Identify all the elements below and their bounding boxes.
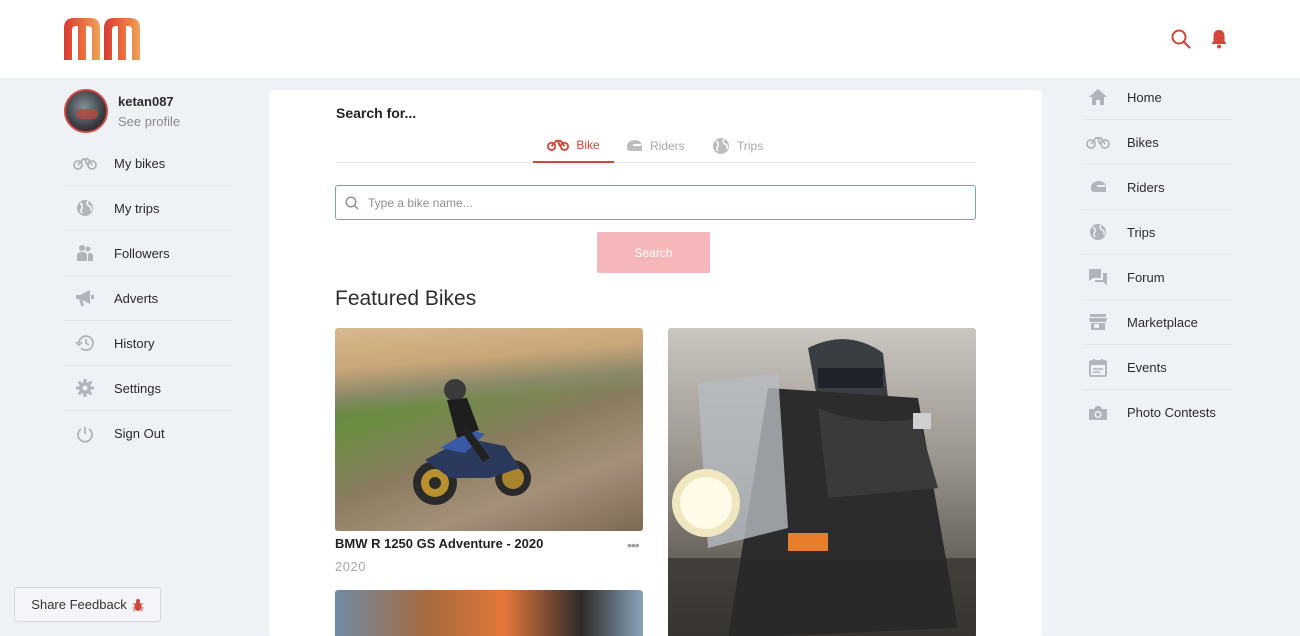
nav-item-trips[interactable]: Trips [1085, 210, 1233, 255]
avatar[interactable] [64, 89, 108, 133]
nav-item-photo-contests[interactable]: Photo Contests [1085, 390, 1233, 435]
right-nav: Home Bikes Riders Trips Forum Marketplac… [1085, 75, 1233, 435]
helmet-icon [1085, 179, 1111, 195]
mm-logo[interactable] [64, 18, 142, 60]
more-options-icon[interactable]: ••• [627, 537, 640, 553]
megaphone-icon [64, 289, 106, 307]
nav-item-label: Photo Contests [1127, 405, 1216, 420]
sidebar-item-my-trips[interactable]: My trips [64, 186, 232, 231]
nav-item-marketplace[interactable]: Marketplace [1085, 300, 1233, 345]
motorbike-icon [1085, 135, 1111, 149]
nav-item-label: Trips [1127, 224, 1156, 240]
history-icon [64, 334, 106, 352]
username: ketan087 [118, 93, 174, 109]
share-feedback-button[interactable]: Share Feedback [14, 587, 161, 622]
sidebar-item-sign-out[interactable]: Sign Out [64, 411, 232, 456]
bug-icon [132, 598, 144, 611]
feedback-label: Share Feedback [31, 597, 127, 612]
sidebar-item-label: History [114, 335, 155, 351]
tab-riders[interactable]: Riders [625, 128, 685, 163]
left-nav: My bikes My trips Followers Adverts Hist… [64, 141, 232, 456]
sidebar-item-history[interactable]: History [64, 321, 232, 366]
sidebar-item-label: My bikes [114, 155, 166, 171]
nav-item-label: Marketplace [1127, 314, 1198, 330]
nav-item-events[interactable]: Events [1085, 345, 1233, 390]
profile-block[interactable]: ketan087 See profile [64, 89, 180, 133]
bike-image-bmw-r1250gs[interactable] [335, 328, 643, 531]
search-tabs: Bike Riders Trips [336, 128, 976, 163]
search-icon [345, 195, 359, 209]
top-bar [0, 0, 1300, 78]
sidebar-item-label: Settings [114, 380, 161, 396]
motorbike-icon [64, 156, 106, 170]
nav-item-bikes[interactable]: Bikes [1085, 120, 1233, 165]
home-icon [1085, 88, 1111, 106]
power-icon [64, 425, 106, 443]
chat-icon [1085, 268, 1111, 286]
bike-card-title[interactable]: BMW R 1250 GS Adventure - 2020 [335, 536, 543, 551]
nav-item-forum[interactable]: Forum [1085, 255, 1233, 300]
sidebar-item-my-bikes[interactable]: My bikes [64, 141, 232, 186]
bike-image-featured-3[interactable] [335, 590, 643, 636]
search-button[interactable]: Search [597, 232, 710, 273]
search-field[interactable] [335, 185, 976, 220]
sidebar-item-adverts[interactable]: Adverts [64, 276, 232, 321]
nav-item-label: Forum [1127, 269, 1165, 285]
tab-label: Trips [737, 138, 764, 153]
tab-bike[interactable]: Bike [533, 128, 614, 163]
nav-item-riders[interactable]: Riders [1085, 165, 1233, 210]
bell-icon[interactable] [1208, 28, 1230, 50]
tab-label: Riders [650, 138, 685, 153]
sidebar-item-followers[interactable]: Followers [64, 231, 232, 276]
main-panel: Search for... Bike Riders Trips Search F… [269, 90, 1042, 636]
see-profile-link[interactable]: See profile [118, 114, 180, 129]
bike-card-year: 2020 [335, 559, 366, 574]
camera-icon [1085, 405, 1111, 421]
nav-item-label: Home [1127, 89, 1162, 105]
globe-icon [713, 137, 729, 154]
sidebar-item-settings[interactable]: Settings [64, 366, 232, 411]
search-title: Search for... [336, 105, 417, 121]
motorbike-icon [547, 139, 570, 151]
search-input[interactable] [368, 195, 948, 210]
followers-icon [64, 244, 106, 262]
helmet-icon [626, 139, 642, 151]
tab-trips[interactable]: Trips [712, 128, 763, 163]
globe-icon [1085, 223, 1111, 241]
sidebar-item-label: Followers [114, 245, 170, 261]
sidebar-item-label: My trips [114, 200, 160, 216]
featured-bikes-heading: Featured Bikes [335, 287, 477, 310]
search-icon[interactable] [1170, 28, 1192, 50]
tab-label: Bike [576, 137, 600, 152]
store-icon [1085, 313, 1111, 331]
globe-icon [64, 199, 106, 217]
gear-icon [64, 379, 106, 397]
calendar-icon [1085, 358, 1111, 377]
sidebar-item-label: Adverts [114, 290, 159, 306]
nav-item-home[interactable]: Home [1085, 75, 1233, 120]
bike-image-featured-2[interactable] [668, 328, 976, 636]
nav-item-label: Bikes [1127, 134, 1159, 150]
sidebar-item-label: Sign Out [114, 426, 165, 441]
nav-item-label: Events [1127, 359, 1167, 375]
nav-item-label: Riders [1127, 179, 1165, 195]
